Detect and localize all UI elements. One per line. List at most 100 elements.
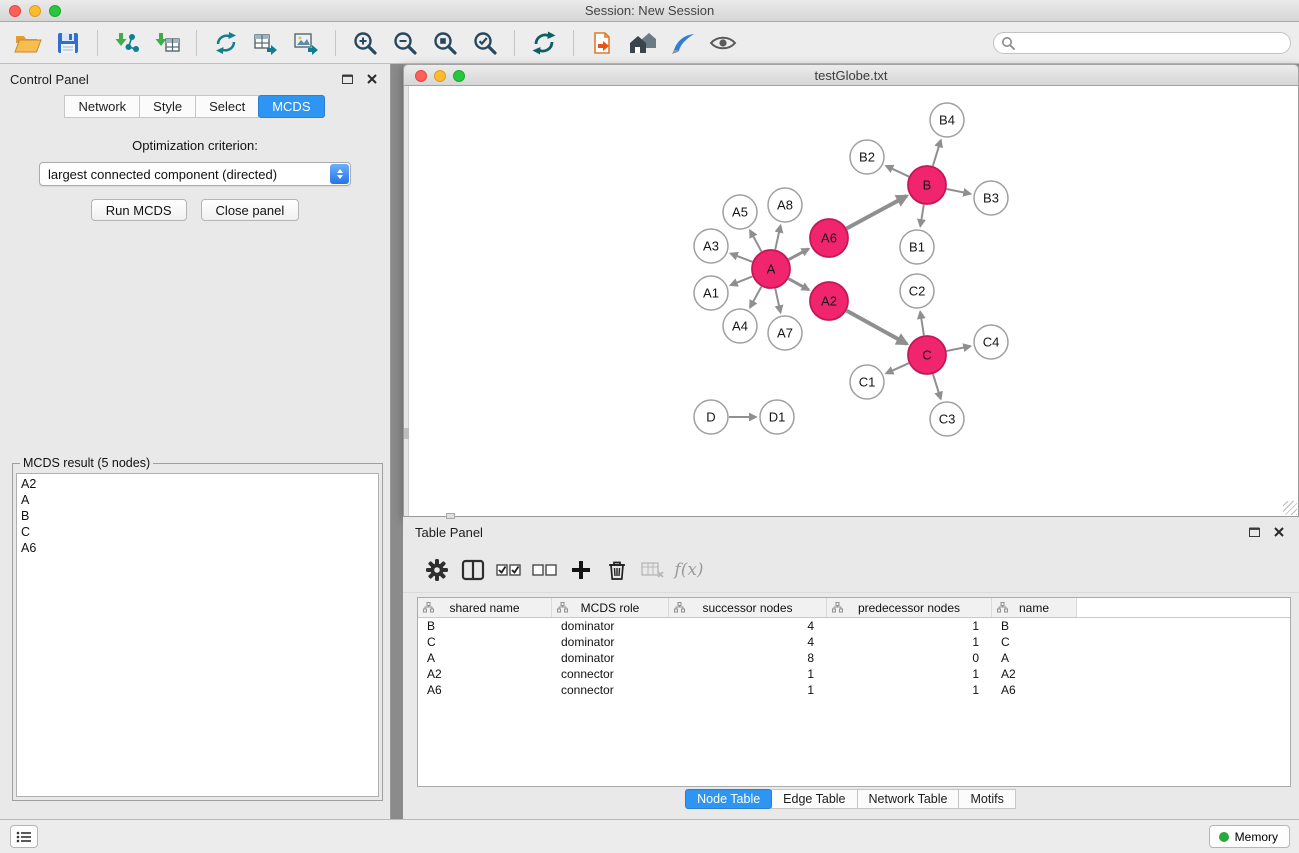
save-session-button[interactable] <box>48 26 88 60</box>
edge-A-A3[interactable] <box>731 254 753 262</box>
optimization-criterion-select[interactable]: largest connected component (directed) <box>39 162 351 186</box>
table-row[interactable]: Adominator80A <box>418 650 1290 666</box>
edge-A-A6[interactable] <box>789 249 809 260</box>
network-canvas[interactable]: B4 B2 B B3 A8 A5 A6 A3 B1 A C2 A1 A2 A4 A7 C4 C C1 C3 D D1 <box>403 86 1299 517</box>
edge-C-C2[interactable] <box>920 312 924 335</box>
result-item[interactable]: A2 <box>21 476 374 492</box>
run-mcds-button[interactable]: Run MCDS <box>91 199 187 221</box>
node-A7[interactable]: A7 <box>768 316 802 350</box>
search-input[interactable] <box>993 32 1291 54</box>
edge-A-A4[interactable] <box>750 287 761 308</box>
edge-A-A1[interactable] <box>730 276 752 285</box>
import-table-button[interactable] <box>147 26 187 60</box>
edge-C-C3[interactable] <box>933 374 941 399</box>
zoom-in-button[interactable] <box>345 26 385 60</box>
node-D1[interactable]: D1 <box>760 400 794 434</box>
import-network-button[interactable] <box>107 26 147 60</box>
close-panel-button[interactable] <box>364 71 380 87</box>
delete-table-button[interactable] <box>635 552 671 588</box>
table-row[interactable]: Cdominator41C <box>418 634 1290 650</box>
node-C4[interactable]: C4 <box>974 325 1008 359</box>
edge-B-B4[interactable] <box>933 140 941 166</box>
node-A1[interactable]: A1 <box>694 276 728 310</box>
tab-network[interactable]: Network <box>64 95 140 118</box>
canvas-splitter[interactable] <box>404 86 409 516</box>
edge-A-A7[interactable] <box>775 289 780 313</box>
close-table-panel-button[interactable] <box>1271 524 1287 540</box>
column-header-successor-nodes[interactable]: successor nodes <box>669 598 827 617</box>
tab-node-table[interactable]: Node Table <box>685 789 772 809</box>
horizontal-splitter-handle[interactable] <box>446 513 455 519</box>
network-window-titlebar[interactable]: testGlobe.txt <box>403 64 1299 86</box>
show-columns-button[interactable] <box>455 552 491 588</box>
table-row[interactable]: A6connector11A6 <box>418 682 1290 698</box>
edge-A2-C[interactable] <box>847 311 907 344</box>
node-B2[interactable]: B2 <box>850 140 884 174</box>
table-settings-button[interactable] <box>419 552 455 588</box>
export-image-button[interactable] <box>286 26 326 60</box>
node-C2[interactable]: C2 <box>900 274 934 308</box>
export-network-button[interactable] <box>206 26 246 60</box>
node-C1[interactable]: C1 <box>850 365 884 399</box>
edge-B-B2[interactable] <box>886 166 909 177</box>
tab-edge-table[interactable]: Edge Table <box>771 789 857 809</box>
edge-B-B1[interactable] <box>920 205 923 227</box>
zoom-fit-button[interactable] <box>425 26 465 60</box>
refresh-view-button[interactable] <box>524 26 564 60</box>
edge-A-A8[interactable] <box>775 226 780 250</box>
tab-select[interactable]: Select <box>195 95 259 118</box>
float-panel-button[interactable] <box>339 71 355 87</box>
add-column-button[interactable] <box>563 552 599 588</box>
node-B3[interactable]: B3 <box>974 181 1008 215</box>
tab-motifs[interactable]: Motifs <box>958 789 1015 809</box>
node-A6[interactable]: A6 <box>810 219 848 257</box>
column-header-predecessor-nodes[interactable]: predecessor nodes <box>827 598 992 617</box>
zoom-selected-button[interactable] <box>465 26 505 60</box>
splitter-handle[interactable] <box>404 428 409 439</box>
column-header-shared-name[interactable]: shared name <box>418 598 552 617</box>
annotation-button[interactable] <box>663 26 703 60</box>
node-A[interactable]: A <box>752 250 790 288</box>
function-builder-button[interactable]: f(x) <box>671 552 707 588</box>
node-B4[interactable]: B4 <box>930 103 964 137</box>
float-table-panel-button[interactable] <box>1246 524 1262 540</box>
result-item[interactable]: A6 <box>21 540 374 556</box>
node-C3[interactable]: C3 <box>930 402 964 436</box>
tab-network-table[interactable]: Network Table <box>857 789 960 809</box>
result-item[interactable]: C <box>21 524 374 540</box>
edge-B-B3[interactable] <box>947 189 971 194</box>
close-panel-action-button[interactable]: Close panel <box>201 199 300 221</box>
column-header-mcds-role[interactable]: MCDS role <box>552 598 669 617</box>
task-history-button[interactable] <box>10 825 38 848</box>
tab-mcds[interactable]: MCDS <box>258 95 324 118</box>
select-all-columns-button[interactable] <box>491 552 527 588</box>
node-A2[interactable]: A2 <box>810 282 848 320</box>
export-table-button[interactable] <box>246 26 286 60</box>
memory-button[interactable]: Memory <box>1209 825 1290 848</box>
node-A3[interactable]: A3 <box>694 229 728 263</box>
open-session-button[interactable] <box>8 26 48 60</box>
table-row[interactable]: A2connector11A2 <box>418 666 1290 682</box>
zoom-out-button[interactable] <box>385 26 425 60</box>
result-item[interactable]: B <box>21 508 374 524</box>
edge-C-C4[interactable] <box>947 346 971 351</box>
node-C[interactable]: C <box>908 336 946 374</box>
edge-A6-B[interactable] <box>847 196 907 229</box>
edge-A-A5[interactable] <box>750 230 761 251</box>
node-A8[interactable]: A8 <box>768 188 802 222</box>
node-B[interactable]: B <box>908 166 946 204</box>
result-item[interactable]: A <box>21 492 374 508</box>
window-resize-handle[interactable] <box>1283 501 1297 515</box>
column-header-name[interactable]: name <box>992 598 1077 617</box>
edge-A-A2[interactable] <box>789 279 809 290</box>
node-D[interactable]: D <box>694 400 728 434</box>
node-A4[interactable]: A4 <box>723 309 757 343</box>
delete-column-button[interactable] <box>599 552 635 588</box>
open-session-document-button[interactable] <box>583 26 623 60</box>
unselect-all-columns-button[interactable] <box>527 552 563 588</box>
node-A5[interactable]: A5 <box>723 195 757 229</box>
tab-style[interactable]: Style <box>139 95 196 118</box>
graphics-details-button[interactable] <box>703 26 743 60</box>
node-B1[interactable]: B1 <box>900 230 934 264</box>
home-button[interactable] <box>623 26 663 60</box>
